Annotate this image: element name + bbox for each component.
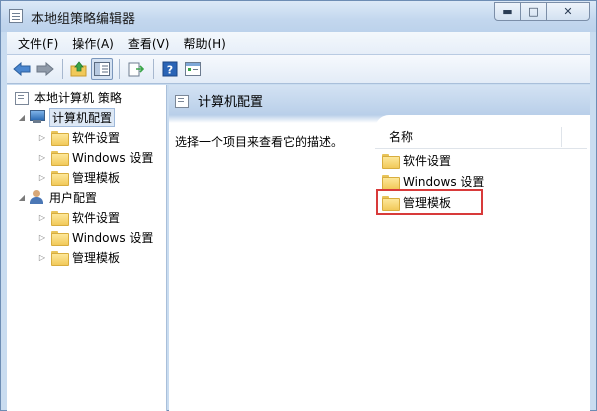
policy-document-icon (15, 90, 29, 105)
tree-item-root[interactable]: 本地计算机 策略 (9, 87, 122, 107)
menu-bar: 文件(F) 操作(A) 查看(V) 帮助(H) (7, 32, 590, 55)
user-icon (29, 189, 45, 205)
column-header-name[interactable]: 名称 (375, 125, 587, 149)
tree-item-admin-templates[interactable]: ▷ 管理模板 (37, 167, 120, 187)
tree-pane[interactable]: 本地计算机 策略 ◢ 计算机配置 ▷ 软件设置 ▷ Windows 设置 ▷ 管… (7, 85, 167, 411)
up-folder-icon (70, 61, 87, 77)
details-header: 计算机配置 (169, 85, 590, 115)
back-button[interactable] (11, 58, 33, 80)
tree-item-label: Windows 设置 (72, 230, 154, 245)
maximize-button[interactable]: □ (520, 2, 547, 21)
expanded-triangle-icon[interactable]: ◢ (17, 193, 27, 202)
help-icon: ? (162, 61, 178, 77)
tree-item-label: 用户配置 (49, 190, 98, 205)
tree-item-software-settings[interactable]: ▷ 软件设置 (37, 127, 120, 147)
tree-item-label: 软件设置 (72, 130, 121, 145)
close-button[interactable]: ✕ (546, 2, 590, 21)
menu-view[interactable]: 查看(V) (121, 35, 177, 52)
show-hide-tree-button[interactable] (91, 58, 113, 80)
list-item-windows-settings[interactable]: Windows 设置 (380, 171, 484, 191)
tree-item-user-software-settings[interactable]: ▷ 软件设置 (37, 207, 120, 227)
collapsed-triangle-icon[interactable]: ▷ (37, 153, 47, 162)
toolbar: ? (7, 55, 590, 84)
toolbar-separator (119, 59, 120, 79)
minimize-button[interactable]: ▬ (494, 2, 521, 21)
tree-item-user-config[interactable]: ◢ 用户配置 (17, 187, 97, 207)
tree-item-user-admin-templates[interactable]: ▷ 管理模板 (37, 247, 120, 267)
folder-icon (51, 130, 69, 146)
export-list-icon (128, 62, 144, 76)
folder-icon (51, 210, 69, 226)
list-item-software-settings[interactable]: 软件设置 (380, 150, 451, 170)
tree-item-user-windows-settings[interactable]: ▷ Windows 设置 (37, 227, 153, 247)
folder-icon (51, 230, 69, 246)
toolbar-separator (153, 59, 154, 79)
menu-help[interactable]: 帮助(H) (176, 35, 232, 52)
details-pane: 计算机配置 选择一个项目来查看它的描述。 名称 软件设置 Windows 设置 … (169, 85, 590, 411)
back-arrow-icon (13, 62, 31, 76)
help-button[interactable]: ? (159, 58, 181, 80)
window: 本地组策略编辑器 ▬ □ ✕ 文件(F) 操作(A) 查看(V) 帮助(H) ?… (0, 0, 597, 411)
tree-item-windows-settings[interactable]: ▷ Windows 设置 (37, 147, 153, 167)
tree-item-label: 管理模板 (72, 250, 121, 265)
expanded-triangle-icon[interactable]: ◢ (17, 113, 27, 122)
collapsed-triangle-icon[interactable]: ▷ (37, 233, 47, 242)
tree-item-label: 本地计算机 策略 (34, 90, 122, 105)
collapsed-triangle-icon[interactable]: ▷ (37, 133, 47, 142)
window-title: 本地组策略编辑器 (31, 12, 136, 27)
tree-item-label: 计算机配置 (49, 107, 116, 127)
list-item-label: Windows 设置 (403, 174, 485, 189)
export-list-button[interactable] (125, 58, 147, 80)
tree-item-computer-config[interactable]: ◢ 计算机配置 (17, 107, 116, 127)
up-button[interactable] (68, 58, 90, 80)
computer-icon (29, 110, 45, 124)
tree-item-label: 软件设置 (72, 210, 121, 225)
column-divider[interactable] (561, 127, 562, 147)
folder-icon (382, 174, 400, 190)
show-hide-tree-icon (94, 62, 110, 76)
app-icon (9, 9, 23, 23)
folder-icon (51, 250, 69, 266)
folder-icon (382, 153, 400, 169)
column-header-label: 名称 (389, 130, 414, 144)
collapsed-triangle-icon[interactable]: ▷ (37, 253, 47, 262)
policy-document-icon (175, 93, 189, 108)
annotation-highlight-box (376, 189, 483, 215)
collapsed-triangle-icon[interactable]: ▷ (37, 173, 47, 182)
details-header-title: 计算机配置 (198, 94, 264, 110)
forward-button[interactable] (34, 58, 56, 80)
tree-item-label: Windows 设置 (72, 150, 154, 165)
collapsed-triangle-icon[interactable]: ▷ (37, 213, 47, 222)
tree-item-label: 管理模板 (72, 170, 121, 185)
toolbar-separator (62, 59, 63, 79)
folder-icon (51, 170, 69, 186)
menu-action[interactable]: 操作(A) (65, 35, 121, 52)
properties-button[interactable] (182, 58, 204, 80)
menu-file[interactable]: 文件(F) (11, 35, 65, 52)
properties-icon (185, 62, 201, 76)
folder-icon (51, 150, 69, 166)
caption-buttons: ▬ □ ✕ (494, 2, 590, 22)
title-bar[interactable]: 本地组策略编辑器 ▬ □ ✕ (1, 1, 596, 32)
description-text: 选择一个项目来查看它的描述。 (175, 135, 344, 149)
svg-text:?: ? (167, 64, 173, 77)
list-item-label: 软件设置 (403, 153, 452, 168)
forward-arrow-icon (36, 62, 54, 76)
